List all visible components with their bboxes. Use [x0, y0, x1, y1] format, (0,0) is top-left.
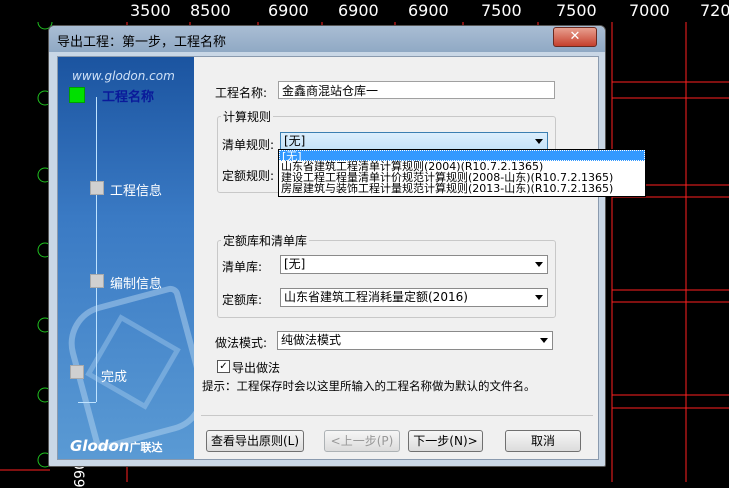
bill-rule-selected-value: [无] [284, 134, 306, 148]
step-marker-icon [90, 274, 104, 288]
chevron-down-icon[interactable] [540, 338, 548, 343]
bill-library-value: [无] [284, 257, 306, 271]
ruler-number: 7000 [629, 1, 670, 20]
website-text: www.glodon.com [72, 69, 175, 83]
dropdown-option[interactable]: 房屋建筑与装饰工程计量规范计算规则(2013-山东)(R10.7.2.1365) [279, 183, 645, 194]
bill-rule-dropdown-list: [无] 山东省建筑工程清单计算规则(2004)(R10.7.2.1365) 建设… [278, 149, 646, 197]
method-mode-label: 做法模式: [215, 336, 268, 350]
export-method-checkbox[interactable]: ✓ [217, 360, 230, 373]
brand-name-cn: 广联达 [129, 441, 163, 454]
ruler-number: 7500 [481, 1, 522, 20]
dialog-titlebar[interactable]: 导出工程：第一步，工程名称 ✕ [49, 26, 605, 52]
dialog-body: www.glodon.com 工程名称 工程信息 编制信息 完成 Glodon广… [57, 56, 599, 460]
ruler-number: 3500 [130, 1, 171, 20]
bill-rule-label: 清单规则: [222, 138, 275, 152]
quota-rule-label: 定额规则: [222, 169, 275, 183]
hint-text: 提示：工程保存时会以这里所输入的工程名称做为默认的文件名。 [202, 379, 536, 393]
method-mode-select[interactable]: 纯做法模式 [277, 331, 553, 350]
ruler-number: 7500 [556, 1, 597, 20]
view-export-rules-button[interactable]: 查看导出原则(L) [206, 430, 304, 452]
button-separator [201, 415, 593, 416]
calc-rules-group-title: 计算规则 [221, 108, 274, 125]
step-marker-icon [90, 181, 104, 195]
previous-step-button[interactable]: <上一步(P) [324, 430, 400, 452]
step-label-project-name: 工程名称 [102, 90, 155, 105]
chevron-down-icon[interactable] [535, 295, 543, 300]
glodon-brand-logo: Glodon广联达 [70, 437, 162, 455]
wizard-side-panel: www.glodon.com 工程名称 工程信息 编制信息 完成 Glodon广… [58, 57, 194, 459]
step-connector-line [96, 97, 97, 402]
ruler-number: 6900 [338, 1, 379, 20]
ruler-number: 6900 [268, 1, 309, 20]
project-name-input[interactable]: 金鑫商混站仓库一 [278, 81, 555, 99]
step-label-project-info: 工程信息 [110, 184, 163, 199]
ruler-number: 720 [700, 1, 729, 20]
bill-library-select[interactable]: [无] [280, 255, 548, 274]
close-button[interactable]: ✕ [553, 27, 597, 47]
quota-library-value: 山东省建筑工程消耗量定额(2016) [284, 290, 468, 304]
brand-name: Glodon [70, 437, 130, 455]
next-step-button[interactable]: 下一步(N)> [408, 430, 483, 452]
quota-library-select[interactable]: 山东省建筑工程消耗量定额(2016) [280, 288, 548, 307]
chevron-down-icon[interactable] [535, 139, 543, 144]
quota-library-label: 定额库: [222, 293, 263, 307]
library-group-title: 定额库和清单库 [221, 232, 310, 249]
step-marker-active-icon [69, 87, 85, 103]
method-mode-value: 纯做法模式 [281, 333, 342, 347]
ruler-number: 8500 [190, 1, 231, 20]
bill-library-label: 清单库: [222, 260, 263, 274]
project-name-label: 工程名称: [215, 86, 268, 100]
step-marker-icon [70, 365, 84, 379]
chevron-down-icon[interactable] [535, 262, 543, 267]
export-method-label[interactable]: 导出做法 [232, 359, 280, 376]
dimension-ruler: 3500 8500 6900 6900 6900 7500 7500 7000 … [0, 0, 729, 22]
cancel-button[interactable]: 取消 [505, 430, 581, 452]
dialog-title: 导出工程：第一步，工程名称 [57, 35, 227, 50]
step-label-finish: 完成 [101, 370, 128, 385]
ruler-number: 6900 [408, 1, 449, 20]
step-label-compile-info: 编制信息 [110, 277, 163, 292]
export-project-dialog: 导出工程：第一步，工程名称 ✕ www.glodon.com 工程名称 工程信息… [48, 25, 606, 467]
step-connector-line [78, 402, 96, 403]
